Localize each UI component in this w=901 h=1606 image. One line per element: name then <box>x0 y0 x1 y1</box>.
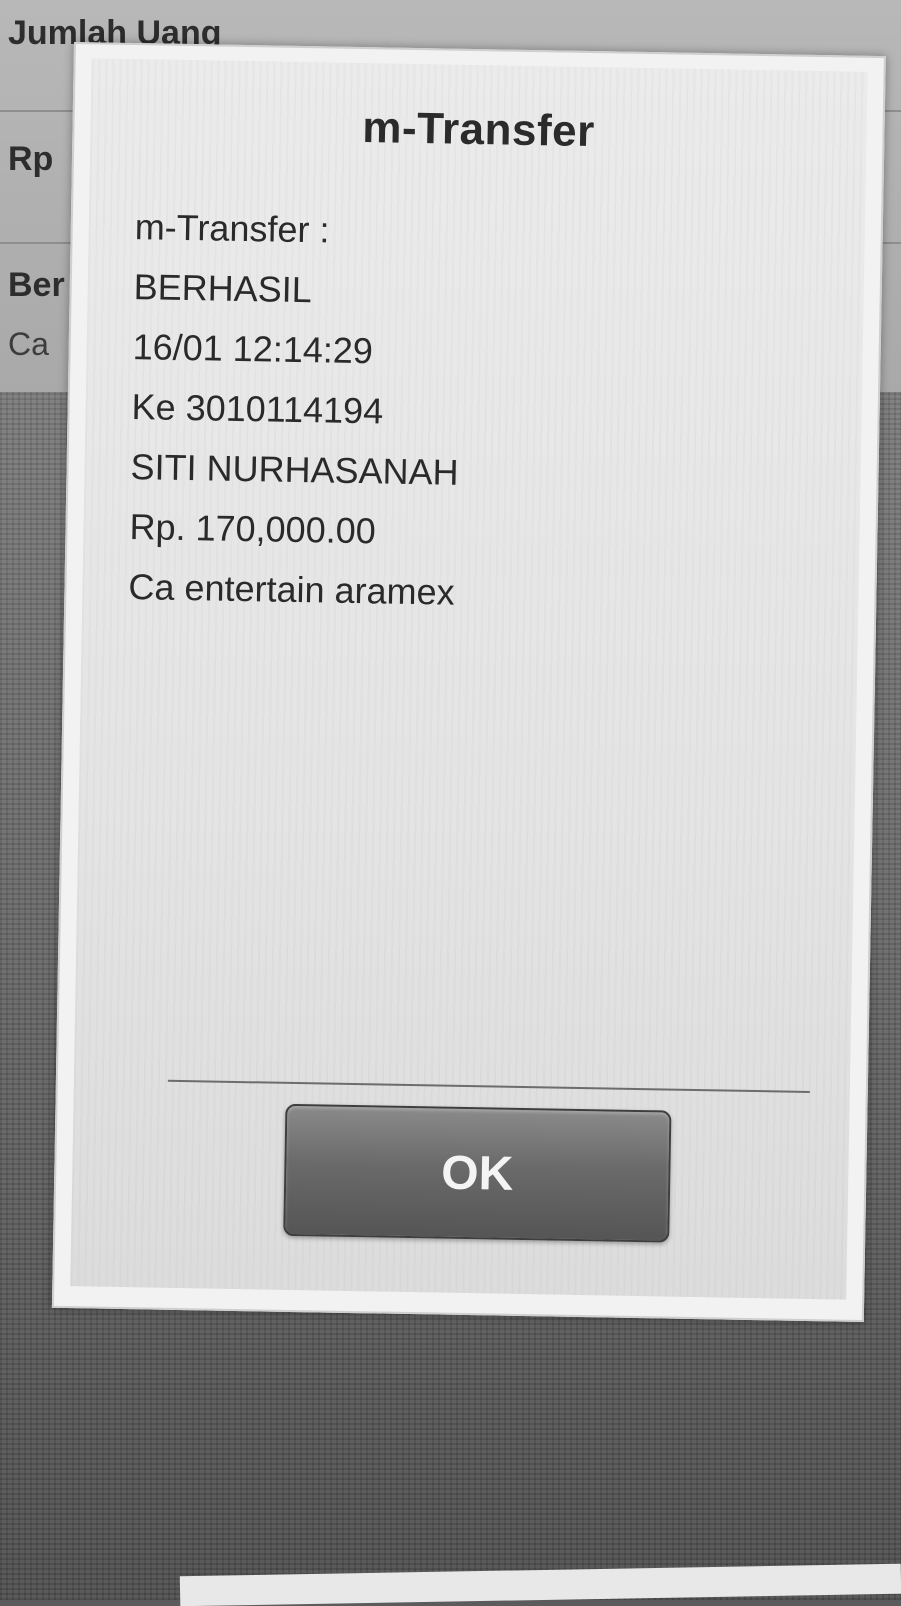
dialog-message: m-Transfer : BERHASIL 16/01 12:14:29 Ke … <box>128 197 463 623</box>
currency-label: Rp <box>8 140 54 178</box>
message-line-account: Ke 3010114194 <box>131 386 384 432</box>
dialog-body: m-Transfer m-Transfer : BERHASIL 16/01 1… <box>70 58 868 1300</box>
dialog-title: m-Transfer <box>361 103 596 157</box>
phone-screen: Jumlah Uang Rp Ber Ca m-Transfer m-Trans… <box>0 0 901 1606</box>
ok-button-label: OK <box>440 1146 514 1201</box>
message-line-amount: Rp. 170,000.00 <box>129 506 377 552</box>
button-divider <box>167 1079 810 1094</box>
message-line-recipient: SITI NURHASANAH <box>130 446 459 493</box>
message-line-note: Ca entertain aramex <box>128 566 455 613</box>
message-line-header: m-Transfer : <box>134 206 330 251</box>
message-line-datetime: 16/01 12:14:29 <box>132 326 374 372</box>
transfer-result-dialog: m-Transfer m-Transfer : BERHASIL 16/01 1… <box>51 42 886 1322</box>
ok-button[interactable]: OK <box>283 1103 672 1243</box>
note-value: Ca <box>8 326 49 362</box>
message-line-status: BERHASIL <box>133 266 313 311</box>
note-label: Ber <box>8 266 65 304</box>
